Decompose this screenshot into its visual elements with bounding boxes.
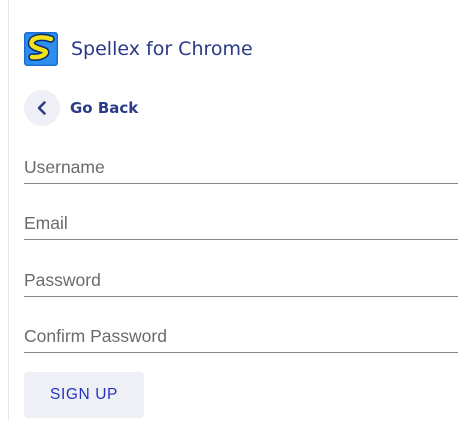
confirm-password-field[interactable] <box>24 312 458 352</box>
go-back-button[interactable]: Go Back <box>24 90 138 126</box>
back-button-circle[interactable] <box>24 90 60 126</box>
sidebar-divider <box>8 0 9 421</box>
confirm-password-field-container <box>24 312 458 353</box>
username-field-container <box>24 143 458 184</box>
password-field[interactable] <box>24 256 458 296</box>
email-field-container <box>24 199 458 240</box>
username-field[interactable] <box>24 143 458 183</box>
email-field[interactable] <box>24 199 458 239</box>
app-title: Spellex for Chrome <box>71 38 253 60</box>
sign-up-button[interactable]: SIGN UP <box>24 372 144 418</box>
chevron-left-icon <box>37 101 46 115</box>
password-field-container <box>24 256 458 297</box>
spellex-logo-icon <box>24 32 58 66</box>
app-header: Spellex for Chrome <box>24 32 253 66</box>
go-back-label[interactable]: Go Back <box>70 99 138 117</box>
